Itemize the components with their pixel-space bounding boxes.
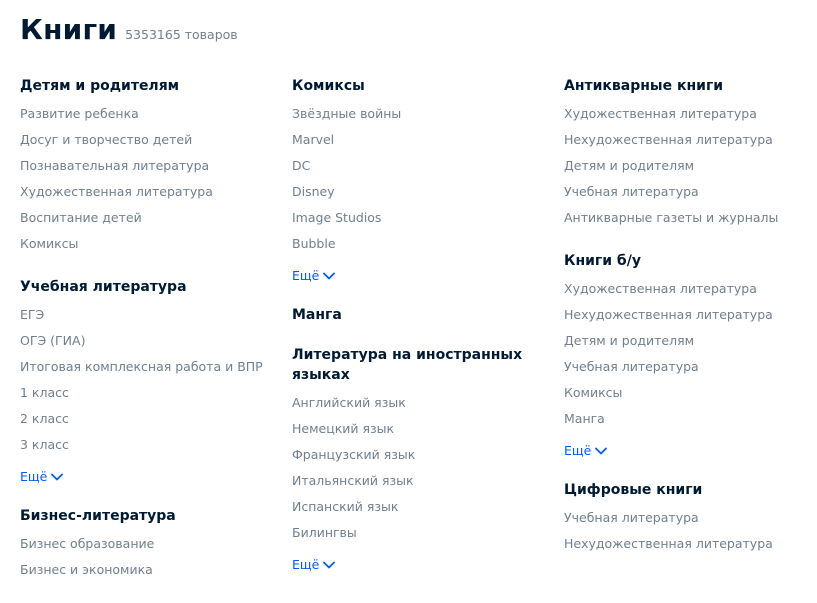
category-title[interactable]: Учебная литература: [20, 277, 280, 297]
category-link[interactable]: Английский язык: [292, 390, 552, 416]
category-link[interactable]: Комиксы: [20, 231, 280, 257]
show-more-label: Ещё: [292, 557, 320, 572]
page-title: Книги: [20, 13, 118, 46]
category-link[interactable]: Disney: [292, 179, 552, 205]
category-title[interactable]: Манга: [292, 305, 552, 325]
category-link[interactable]: 3 класс: [20, 432, 280, 458]
category-title[interactable]: Книги б/у: [564, 251, 814, 271]
category-link[interactable]: Бизнес и экономика: [20, 557, 280, 583]
category-link[interactable]: Итоговая комплексная работа и ВПР: [20, 354, 280, 380]
category-link[interactable]: Манга: [564, 406, 814, 432]
category-link[interactable]: Испанский язык: [292, 494, 552, 520]
category-section: Учебная литература ЕГЭ ОГЭ (ГИА) Итоговая к…: [20, 277, 280, 486]
category-section: Манга: [292, 305, 552, 325]
category-column-2: Комиксы Звёздные войны Marvel DC Disney Image…: [292, 76, 552, 594]
product-count: 5353165 товаров: [125, 27, 238, 42]
chevron-down-icon: [323, 272, 336, 280]
category-section: Комиксы Звёздные войны Marvel DC Disney Image…: [292, 76, 552, 285]
show-more-label: Ещё: [564, 443, 592, 458]
category-link[interactable]: Антикварные газеты и журналы: [564, 205, 814, 231]
category-column-3: Антикварные книги Художественная литерату…: [564, 76, 814, 577]
category-link[interactable]: Нехудожественная литература: [564, 531, 814, 557]
category-link[interactable]: Marvel: [292, 127, 552, 153]
category-link[interactable]: Развитие ребенка: [20, 101, 280, 127]
category-link[interactable]: Учебная литература: [564, 505, 814, 531]
category-link[interactable]: Художественная литература: [20, 179, 280, 205]
category-title[interactable]: Детям и родителям: [20, 76, 280, 96]
category-title[interactable]: Цифровые книги: [564, 480, 814, 500]
category-title[interactable]: Комиксы: [292, 76, 552, 96]
show-more-button[interactable]: Ещё: [564, 442, 608, 460]
category-link[interactable]: Учебная литература: [564, 179, 814, 205]
show-more-label: Ещё: [20, 469, 48, 484]
show-more-button[interactable]: Ещё: [292, 267, 336, 285]
category-link[interactable]: Воспитание детей: [20, 205, 280, 231]
category-link[interactable]: Художественная литература: [564, 101, 814, 127]
category-link[interactable]: ЕГЭ: [20, 302, 280, 328]
category-title[interactable]: Бизнес-литература: [20, 506, 280, 526]
category-section: Литература на иностранных языках Английск…: [292, 345, 552, 574]
page-header: Книги 5353165 товаров: [20, 13, 238, 46]
category-link[interactable]: Комиксы: [564, 380, 814, 406]
category-link[interactable]: Детям и родителям: [564, 328, 814, 354]
category-link[interactable]: Bubble: [292, 231, 552, 257]
category-link[interactable]: ОГЭ (ГИА): [20, 328, 280, 354]
show-more-label: Ещё: [292, 268, 320, 283]
category-link[interactable]: Нехудожественная литература: [564, 302, 814, 328]
category-link[interactable]: Детям и родителям: [564, 153, 814, 179]
show-more-button[interactable]: Ещё: [292, 556, 336, 574]
category-link[interactable]: Немецкий язык: [292, 416, 552, 442]
category-link[interactable]: Image Studios: [292, 205, 552, 231]
category-link[interactable]: 1 класс: [20, 380, 280, 406]
category-title[interactable]: Антикварные книги: [564, 76, 814, 96]
category-link[interactable]: Художественная литература: [564, 276, 814, 302]
category-link[interactable]: Познавательная литература: [20, 153, 280, 179]
category-link[interactable]: Итальянский язык: [292, 468, 552, 494]
category-link[interactable]: Досуг и творчество детей: [20, 127, 280, 153]
chevron-down-icon: [595, 447, 608, 455]
category-section: Детям и родителям Развитие ребенка Досуг и…: [20, 76, 280, 257]
category-link[interactable]: DC: [292, 153, 552, 179]
category-link[interactable]: Бизнес образование: [20, 531, 280, 557]
category-section: Бизнес-литература Бизнес образование Бизне…: [20, 506, 280, 583]
chevron-down-icon: [323, 561, 336, 569]
category-section: Антикварные книги Художественная литерату…: [564, 76, 814, 231]
category-section: Книги б/у Художественная литература Нехудо…: [564, 251, 814, 460]
category-link[interactable]: Звёздные войны: [292, 101, 552, 127]
category-link[interactable]: Учебная литература: [564, 354, 814, 380]
category-link[interactable]: Нехудожественная литература: [564, 127, 814, 153]
category-link[interactable]: Французский язык: [292, 442, 552, 468]
category-link[interactable]: Билингвы: [292, 520, 552, 546]
category-section: Цифровые книги Учебная литература Нехудоже…: [564, 480, 814, 557]
show-more-button[interactable]: Ещё: [20, 468, 64, 486]
category-link[interactable]: 2 класс: [20, 406, 280, 432]
category-title[interactable]: Литература на иностранных языках: [292, 345, 552, 385]
category-column-1: Детям и родителям Развитие ребенка Досуг и…: [20, 76, 280, 603]
chevron-down-icon: [51, 473, 64, 481]
